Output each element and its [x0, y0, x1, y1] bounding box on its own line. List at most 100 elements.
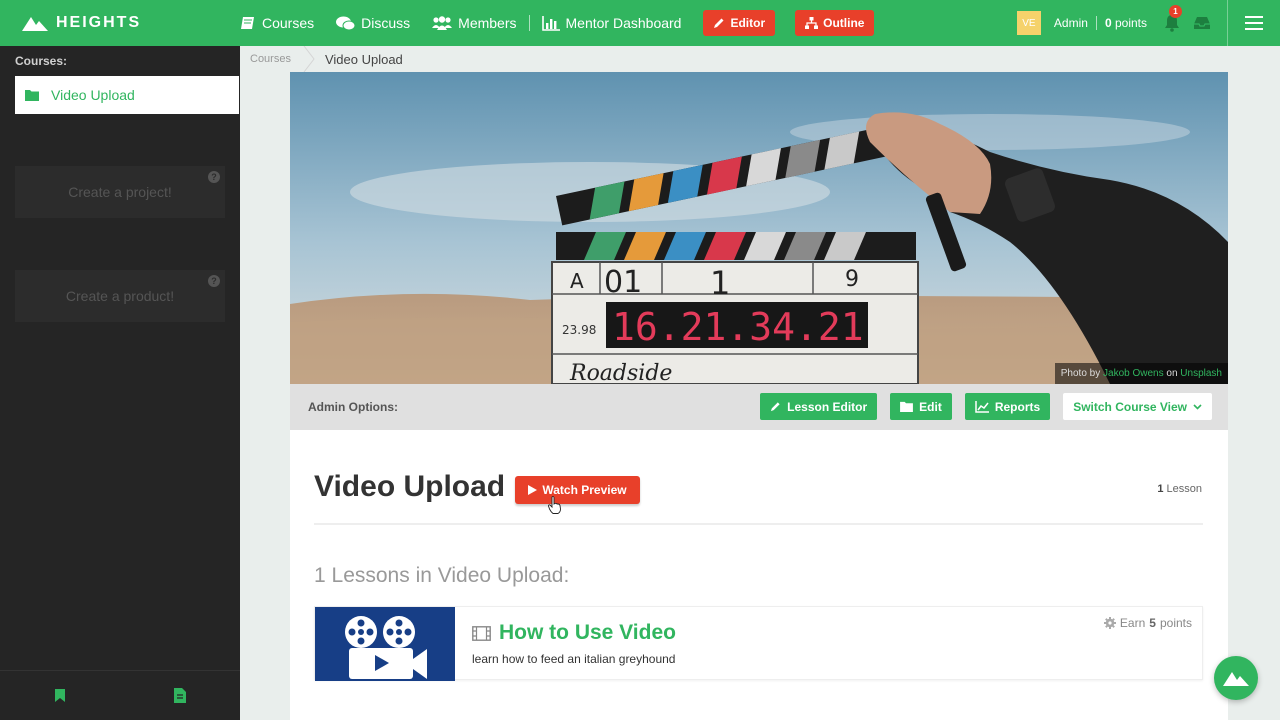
mountain-logo-icon — [22, 17, 48, 31]
course-cover-image: A 01 1 9 23.98 16.21.34.21 Roadside Phot… — [290, 72, 1228, 384]
gear-icon — [1103, 617, 1116, 629]
nav-members-label: Members — [458, 15, 517, 31]
book-icon — [241, 17, 254, 29]
sitemap-icon — [805, 17, 819, 29]
edit-button[interactable]: Edit — [890, 393, 952, 420]
main-nav: Courses Discuss Members Mentor Dashboard… — [240, 0, 894, 46]
inbox-button[interactable] — [1193, 14, 1211, 32]
user-divider — [1095, 16, 1097, 30]
slate-roll-number: 01 — [604, 265, 642, 300]
slate-title: Roadside — [569, 361, 672, 384]
admin-buttons: Lesson Editor Edit Reports Switch Course… — [760, 393, 1212, 420]
bookmarks-button[interactable] — [0, 671, 120, 720]
breadcrumb-courses[interactable]: Courses — [240, 53, 303, 65]
course-content: Video Upload Watch Preview 1 Lesson 1 Le… — [290, 430, 1228, 720]
avatar[interactable]: VE — [1016, 11, 1041, 35]
points-display[interactable]: 0 points — [1105, 16, 1147, 30]
help-chat-button[interactable] — [1214, 656, 1258, 700]
reports-button[interactable]: Reports — [964, 393, 1051, 420]
lesson-count-value: 1 — [1157, 483, 1164, 495]
slate-fps: 23.98 — [562, 323, 596, 337]
nav-mentor-label: Mentor Dashboard — [565, 15, 682, 31]
nav-courses[interactable]: Courses — [240, 15, 314, 31]
clapperboard-photo: A 01 1 9 23.98 16.21.34.21 Roadside — [290, 72, 1228, 384]
film-projector-icon — [345, 616, 427, 679]
hamburger-menu-button[interactable] — [1228, 0, 1280, 46]
bookmark-icon — [55, 689, 65, 702]
chevron-down-icon — [1193, 403, 1202, 410]
play-icon — [528, 485, 538, 495]
credit-mid: on — [1166, 368, 1178, 379]
credit-site-link[interactable]: Unsplash — [1180, 368, 1222, 379]
lesson-card[interactable]: How to Use Video learn how to feed an it… — [314, 606, 1203, 681]
create-product-card[interactable]: Create a product! ? — [15, 270, 225, 322]
folder-icon — [25, 90, 39, 101]
notes-button[interactable] — [120, 671, 240, 720]
bar-chart-icon — [541, 15, 560, 31]
document-icon — [174, 688, 186, 703]
points-value: 0 — [1104, 16, 1112, 30]
mountain-logo-icon — [1223, 672, 1249, 686]
lessons-section-heading: 1 Lessons in Video Upload: — [314, 564, 570, 587]
lesson-count: 1 Lesson — [1157, 483, 1202, 495]
brand-name: HEIGHTS — [56, 14, 142, 31]
points-prefix: Earn — [1119, 616, 1146, 630]
create-project-card[interactable]: Create a project! ? — [15, 166, 225, 218]
editor-button[interactable]: Editor — [703, 10, 776, 36]
line-chart-icon — [975, 400, 989, 413]
hand-cursor-icon — [548, 496, 561, 514]
photo-credit: Photo by Jakob Owens on Unsplash — [1054, 363, 1228, 384]
slate-roll: A — [570, 269, 584, 293]
sidebar: Courses: Video Upload Create a project! … — [0, 46, 240, 720]
credit-author-link[interactable]: Jakob Owens — [1103, 368, 1164, 379]
help-icon[interactable]: ? — [208, 171, 220, 183]
brand-logo[interactable]: HEIGHTS — [22, 0, 141, 46]
nav-mentor-dashboard[interactable]: Mentor Dashboard — [541, 15, 682, 31]
switch-course-view-dropdown[interactable]: Switch Course View — [1063, 393, 1212, 420]
slate-take: 9 — [845, 267, 859, 292]
notifications-button[interactable]: 1 — [1163, 5, 1182, 32]
slate-scene: 1 — [710, 264, 730, 302]
lesson-title[interactable]: How to Use Video — [472, 621, 676, 645]
sidebar-item-video-upload[interactable]: Video Upload — [15, 76, 239, 114]
admin-options-label: Admin Options: — [308, 400, 398, 414]
breadcrumb-chevron-icon — [303, 46, 315, 72]
lesson-description: learn how to feed an italian greyhound — [472, 652, 676, 666]
film-icon — [472, 625, 491, 641]
users-icon — [432, 15, 453, 30]
sidebar-title: Courses: — [15, 54, 68, 68]
points-amount: 5 — [1149, 616, 1156, 630]
chat-bubbles-icon — [336, 16, 356, 30]
outline-button[interactable]: Outline — [795, 10, 875, 36]
credit-prefix: Photo by — [1060, 368, 1101, 379]
points-label: points — [1114, 16, 1147, 30]
create-project-label: Create a project! — [68, 184, 172, 200]
watch-preview-button[interactable]: Watch Preview — [515, 476, 640, 504]
editor-button-label: Editor — [730, 16, 766, 30]
lesson-editor-label: Lesson Editor — [787, 399, 868, 414]
edit-label: Edit — [919, 399, 942, 414]
lesson-editor-button[interactable]: Lesson Editor — [760, 393, 878, 420]
user-name[interactable]: Admin — [1054, 16, 1088, 30]
breadcrumb: Courses Video Upload — [240, 46, 1280, 72]
top-navigation-bar: HEIGHTS Courses Discuss Members Mentor D… — [0, 0, 1280, 46]
folder-icon — [900, 401, 914, 412]
hamburger-icon — [1245, 16, 1263, 30]
title-divider — [314, 523, 1203, 525]
slate-timecode: 16.21.34.21 — [612, 305, 864, 349]
nav-discuss[interactable]: Discuss — [336, 15, 410, 31]
lesson-count-label: Lesson — [1166, 483, 1202, 495]
nav-members[interactable]: Members — [432, 15, 517, 31]
watch-preview-label: Watch Preview — [542, 483, 627, 497]
user-area: VE Admin 0 points 1 — [1016, 0, 1280, 46]
nav-courses-label: Courses — [262, 15, 315, 31]
points-suffix: points — [1159, 616, 1192, 630]
nav-discuss-label: Discuss — [361, 15, 411, 31]
sidebar-footer — [0, 670, 240, 720]
breadcrumb-current: Video Upload — [324, 51, 403, 67]
reports-label: Reports — [994, 399, 1041, 414]
switch-course-view-label: Switch Course View — [1073, 399, 1187, 414]
notification-badge: 1 — [1169, 5, 1182, 18]
help-icon[interactable]: ? — [208, 275, 220, 287]
pencil-icon — [714, 18, 724, 28]
